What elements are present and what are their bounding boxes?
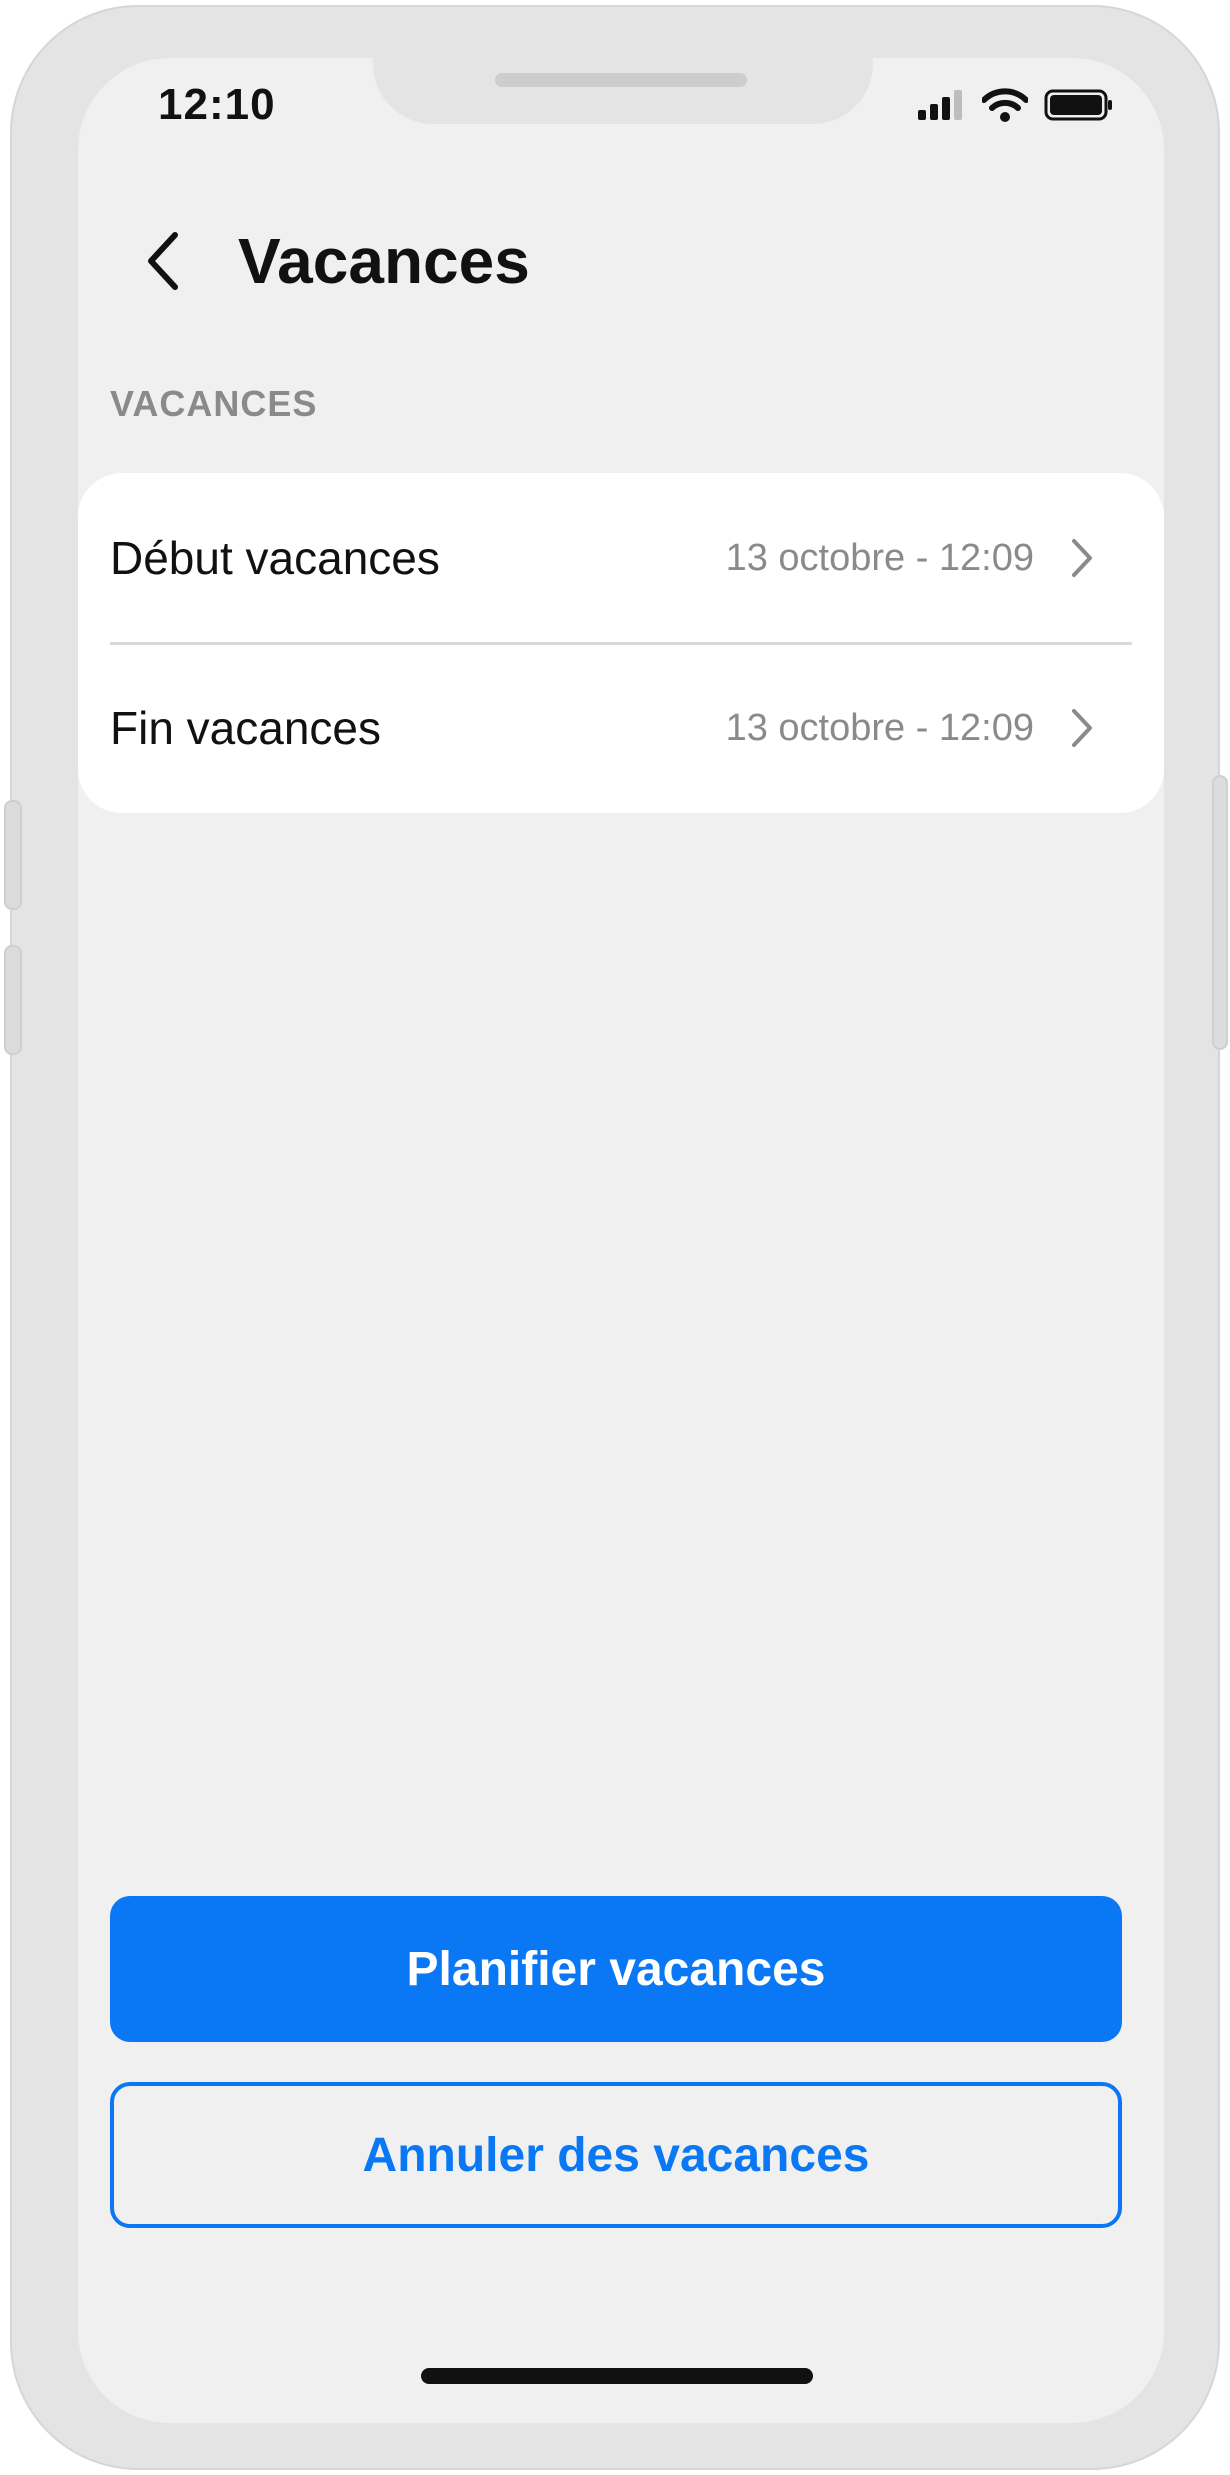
row-label: Début vacances — [110, 532, 440, 584]
nav-header: Vacances — [78, 208, 1164, 318]
section-label: VACANCES — [110, 383, 318, 424]
row-value: 13 octobre - 12:09 — [725, 706, 1034, 749]
home-indicator — [421, 2368, 813, 2384]
schedule-vacation-button[interactable]: Planifier vacances — [110, 1896, 1122, 2042]
status-time: 12:10 — [158, 80, 276, 129]
row-divider — [110, 642, 1132, 645]
chevron-right-icon — [1062, 528, 1102, 588]
speaker — [495, 73, 747, 87]
volume-up-button — [4, 800, 22, 910]
cancel-vacation-button[interactable]: Annuler des vacances — [110, 2082, 1122, 2228]
volume-down-button — [4, 945, 22, 1055]
row-label: Fin vacances — [110, 702, 382, 754]
chevron-right-icon — [1062, 698, 1102, 758]
notch — [373, 58, 873, 124]
chevron-left-icon — [141, 229, 185, 298]
back-button[interactable] — [128, 228, 198, 298]
cellular-signal-icon — [918, 90, 966, 125]
screen: 12:10 Vacances VACANCES Début vacances 1… — [78, 58, 1164, 2423]
battery-icon — [1044, 89, 1114, 126]
row-vacation-start[interactable]: Début vacances 13 octobre - 12:09 — [78, 473, 1164, 643]
wifi-icon — [981, 88, 1029, 127]
row-vacation-end[interactable]: Fin vacances 13 octobre - 12:09 — [78, 643, 1164, 813]
page-title: Vacances — [238, 225, 530, 297]
row-value: 13 octobre - 12:09 — [725, 536, 1034, 579]
power-button — [1212, 775, 1228, 1050]
status-icons — [918, 88, 1114, 127]
